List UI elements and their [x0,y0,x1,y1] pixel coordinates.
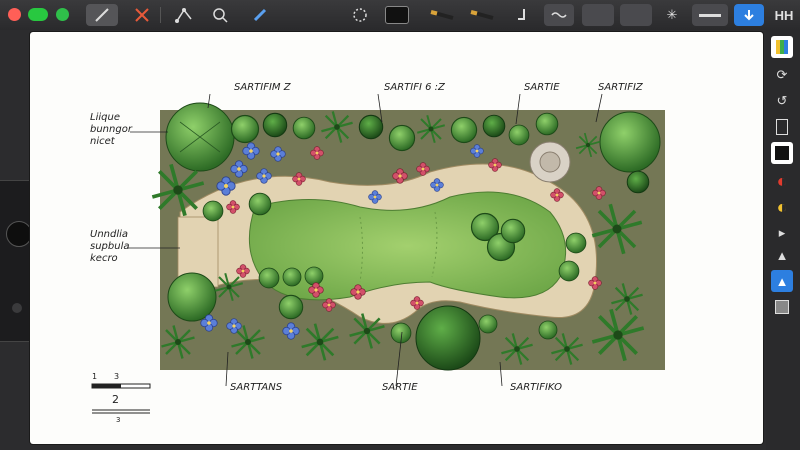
brush-tool-button[interactable] [246,4,274,26]
play-icon: ▸ [778,225,786,240]
share-button[interactable] [734,4,764,26]
flask-icon: ▲ [775,247,789,263]
sparkle-icon: ✳ [666,7,678,22]
yellow-arc-icon: ◐ [776,196,788,217]
label-top-3: SARTIE [524,82,560,93]
zoom-window-button[interactable] [56,8,69,21]
line-tool-button[interactable] [692,4,728,26]
blank-tool-2-button[interactable] [620,4,652,26]
black-color-button[interactable] [771,142,793,164]
brush-icon [253,8,267,22]
close-window-button[interactable] [8,8,21,21]
arrow-button[interactable]: ▸ [771,222,793,244]
marker-2-icon [470,10,494,20]
rotate-icon: ⟳ [776,67,788,82]
undo-icon: ↺ [776,93,788,108]
layer-swatch-button[interactable] [382,4,412,26]
label-left-2: Unndlia supbula kecro [90,229,130,264]
bucket-button[interactable]: ▲ [771,270,793,292]
label-left-1: Liique bunngor nicet [90,112,132,147]
panel-icon [776,119,788,135]
marker-tool-button[interactable] [426,4,460,26]
scale-number-2: 2 [112,393,119,406]
label-bottom-2: SARTIE [382,382,418,393]
grid-tool-button[interactable]: HH [772,4,796,26]
gallery-icon [775,300,789,314]
lasso-icon [213,8,228,23]
handle-dot[interactable] [12,303,22,313]
red-arc-icon: ◐ [776,170,788,191]
swatch-icon [385,6,409,24]
bucket-icon: ▲ [775,273,789,289]
handle-knob[interactable] [6,221,32,247]
panel-button[interactable] [771,116,793,138]
marker-tool-2-button[interactable] [466,4,500,26]
pencil-tool-button[interactable] [86,4,118,26]
pencil-icon [95,8,109,22]
text-tool-button[interactable] [510,4,532,26]
transform-button[interactable]: ⟳ [771,64,793,86]
tree-bottom [415,305,481,371]
label-bottom-1: SARTTANS [230,382,283,393]
red-color-button[interactable]: ◐ [771,170,793,192]
scissors-icon [135,8,149,22]
nodes-icon [175,8,192,23]
timer-tool-button[interactable] [346,4,374,26]
black-swatch-icon [775,146,789,160]
dashed-circle-icon [353,8,367,22]
scale-bar [91,383,151,414]
flask-button[interactable]: ▲ [771,244,793,266]
yellow-color-button[interactable]: ◐ [771,196,793,218]
scale-number-3b: 3 [116,416,121,424]
wave-tool-button[interactable] [544,4,574,26]
label-bottom-3: SARTIFIKO [510,382,563,393]
right-sidebar: ⟳ ↺ ◐ ◐ ▸ ▲ ▲ [766,30,800,450]
tree-topright [599,111,661,173]
label-top-4: SARTIFIZ [598,82,643,93]
hook-icon [518,9,525,20]
tree-left [167,272,217,322]
download-icon [744,10,754,21]
wave-icon [551,12,567,18]
layers-button[interactable] [771,36,793,58]
cut-tool-button[interactable] [128,4,156,26]
star-tool-button[interactable]: ✳ [658,4,686,26]
marker-icon [430,10,454,20]
label-top-2: SARTIFI 6 :Z [384,82,445,93]
scale-number-3: 3 [114,372,120,381]
top-toolbar: ✳ HH [0,0,800,30]
drawing-canvas[interactable]: SARTIFIM Z SARTIFI 6 :Z SARTIE SARTIFIZ … [30,32,763,444]
layers-icon [776,40,788,54]
fullscreen-window-button[interactable] [28,8,48,21]
blank-tool-button[interactable] [582,4,614,26]
node-tool-button[interactable] [170,4,198,26]
lasso-tool-button[interactable] [206,4,234,26]
gallery-button[interactable] [771,296,793,318]
label-top-1: SARTIFIM Z [234,82,291,93]
line-weight-icon [699,13,721,17]
scale-number-1: 1 [92,372,98,381]
undo-button[interactable]: ↺ [771,90,793,112]
